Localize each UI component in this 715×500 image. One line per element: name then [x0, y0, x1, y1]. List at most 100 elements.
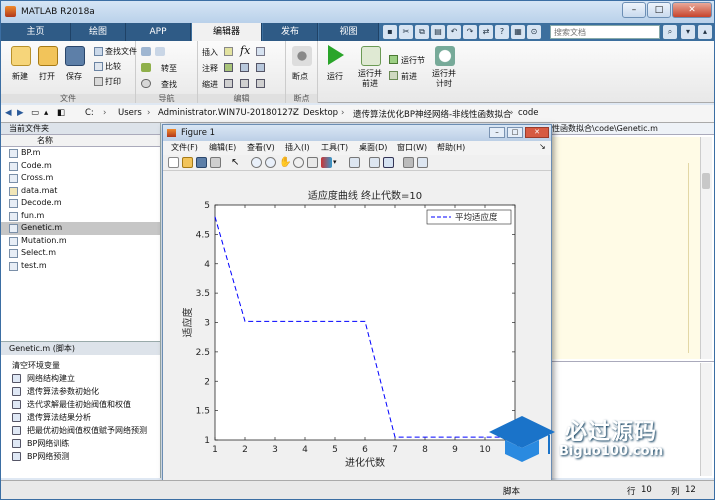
breakpoints-button[interactable]: 断点: [292, 71, 308, 82]
crumb-admin[interactable]: Administrator.WIN7U-20180127Z: [158, 108, 299, 118]
tab-publish[interactable]: 发布: [263, 23, 318, 41]
run-button[interactable]: 运行: [327, 71, 343, 82]
crumb-drive[interactable]: C:: [85, 108, 94, 118]
pin-icon[interactable]: ⊙: [527, 25, 541, 39]
print-button[interactable]: 打印: [105, 76, 121, 87]
search-icon[interactable]: ⌕: [663, 25, 677, 39]
breakpoints-icon[interactable]: [292, 46, 312, 66]
run-advance-icon[interactable]: [361, 46, 381, 66]
undo-icon[interactable]: ↶: [447, 25, 461, 39]
notification-icon[interactable]: ▾: [681, 25, 695, 39]
goto-button[interactable]: 转至: [161, 63, 177, 74]
layout-icon[interactable]: ▦: [511, 25, 525, 39]
tab-home[interactable]: 主页: [1, 23, 71, 41]
open-file-icon[interactable]: [182, 157, 193, 168]
fx-button[interactable]: fx: [240, 44, 250, 57]
file-item[interactable]: fun.m: [1, 210, 160, 223]
name-column-header[interactable]: 名称: [1, 135, 160, 147]
close-button[interactable]: ✕: [672, 2, 712, 18]
indent-button[interactable]: 缩进: [202, 79, 218, 90]
data-cursor-icon[interactable]: [307, 157, 318, 168]
run-time-icon[interactable]: [435, 46, 455, 66]
brush-icon[interactable]: [321, 157, 332, 168]
file-item[interactable]: test.m: [1, 260, 160, 273]
task-item[interactable]: BP网络预测: [1, 450, 160, 463]
run-icon[interactable]: [328, 45, 344, 65]
new-icon[interactable]: [11, 46, 31, 66]
details-header[interactable]: Genetic.m (脚本): [1, 341, 160, 355]
find-button[interactable]: 查找: [161, 79, 177, 90]
crumb-code[interactable]: code: [518, 108, 539, 118]
menu-insert[interactable]: 插入(I): [285, 141, 310, 155]
file-item[interactable]: Cross.m: [1, 172, 160, 185]
menu-view[interactable]: 查看(V): [247, 141, 275, 155]
paste-icon[interactable]: ▤: [431, 25, 445, 39]
menu-tools[interactable]: 工具(T): [321, 141, 348, 155]
editor-scrollbar[interactable]: [700, 137, 712, 359]
editor-scroll-thumb[interactable]: [702, 173, 710, 189]
save-button[interactable]: 保存: [66, 71, 82, 82]
legend-icon[interactable]: [383, 157, 394, 168]
menu-help[interactable]: 帮助(H): [437, 141, 465, 155]
task-item[interactable]: 遗传算法结果分析: [1, 411, 160, 424]
file-item[interactable]: Code.m: [1, 160, 160, 173]
search-input[interactable]: [550, 25, 660, 39]
print-figure-icon[interactable]: [210, 157, 221, 168]
edit-plot-pointer-icon[interactable]: ↖: [231, 157, 242, 168]
hide-tools-icon[interactable]: [403, 157, 414, 168]
browse-folder-icon[interactable]: ◧: [57, 108, 65, 118]
switch-window-icon[interactable]: ⇄: [479, 25, 493, 39]
menu-window[interactable]: 窗口(W): [397, 141, 427, 155]
task-item[interactable]: 迭代求解最佳初始阀值和权值: [1, 398, 160, 411]
menu-file[interactable]: 文件(F): [171, 141, 198, 155]
back-arrow-icon[interactable]: ◀: [5, 108, 12, 118]
address-bar[interactable]: ◀ ▶ ▭ ▴ ◧ C: › Users › Administrator.WIN…: [1, 105, 714, 123]
dock-arrow-icon[interactable]: ↘: [539, 140, 546, 154]
comment-button[interactable]: 注释: [202, 63, 218, 74]
figure-minimize-button[interactable]: –: [489, 127, 505, 138]
tab-apps[interactable]: APP: [126, 23, 191, 41]
colorbar-icon[interactable]: [369, 157, 380, 168]
forward-arrow-icon[interactable]: ▶: [17, 108, 24, 118]
brush-dropdown-icon[interactable]: ▾: [333, 157, 344, 168]
menu-desktop[interactable]: 桌面(D): [359, 141, 387, 155]
crumb-desktop[interactable]: Desktop: [303, 108, 338, 118]
maximize-button[interactable]: □: [647, 2, 671, 18]
forward-arrow-icon[interactable]: [155, 47, 165, 56]
task-item[interactable]: 把最优初始阀值权值赋予网络预测: [1, 424, 160, 437]
file-item[interactable]: Decode.m: [1, 197, 160, 210]
file-item-selected[interactable]: Genetic.m: [1, 222, 160, 235]
task-item[interactable]: 网络结构建立: [1, 372, 160, 385]
up-folder-icon[interactable]: ▴: [44, 108, 48, 118]
open-button[interactable]: 打开: [39, 71, 55, 82]
run-section-button[interactable]: 运行节: [401, 55, 425, 66]
file-item[interactable]: BP.m: [1, 147, 160, 160]
task-item[interactable]: 清空环境变量: [1, 359, 160, 372]
tab-editor[interactable]: 编辑器: [192, 23, 262, 41]
back-arrow-icon[interactable]: [141, 47, 151, 56]
rotate-3d-icon[interactable]: [293, 157, 304, 168]
save-figure-icon[interactable]: [196, 157, 207, 168]
tab-view[interactable]: 视图: [319, 23, 379, 41]
open-folder-icon[interactable]: [38, 46, 58, 66]
figure-close-button[interactable]: ✕: [525, 127, 549, 138]
copy-icon[interactable]: ⧉: [415, 25, 429, 39]
link-plot-icon[interactable]: [349, 157, 360, 168]
insert-button[interactable]: 插入: [202, 47, 218, 58]
file-item[interactable]: Mutation.m: [1, 235, 160, 248]
show-tools-icon[interactable]: [417, 157, 428, 168]
new-figure-icon[interactable]: [168, 157, 179, 168]
collapse-ribbon-icon[interactable]: ▴: [698, 25, 712, 39]
zoom-out-icon[interactable]: [265, 157, 276, 168]
find-files-button[interactable]: 查找文件: [105, 46, 137, 57]
task-item[interactable]: BP网络训练: [1, 437, 160, 450]
file-item[interactable]: data.mat: [1, 185, 160, 198]
redo-icon[interactable]: ↷: [463, 25, 477, 39]
crumb-users[interactable]: Users: [118, 108, 142, 118]
crumb-project[interactable]: 遗传算法优化BP神经网络-非线性函数拟合: [353, 108, 512, 120]
zoom-in-icon[interactable]: [251, 157, 262, 168]
file-item[interactable]: Select.m: [1, 247, 160, 260]
save-icon[interactable]: [65, 46, 85, 66]
tab-plots[interactable]: 绘图: [71, 23, 126, 41]
task-item[interactable]: 遗传算法参数初始化: [1, 385, 160, 398]
